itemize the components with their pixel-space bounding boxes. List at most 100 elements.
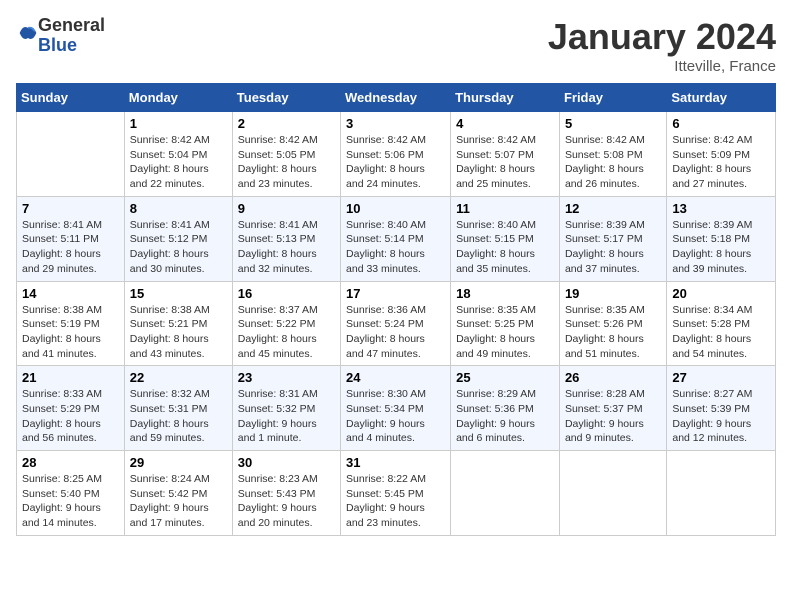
- day-number: 18: [456, 286, 554, 301]
- day-info: Sunrise: 8:39 AMSunset: 5:17 PMDaylight:…: [565, 218, 661, 277]
- day-cell: 20 Sunrise: 8:34 AMSunset: 5:28 PMDayligh…: [667, 281, 776, 366]
- day-info: Sunrise: 8:42 AMSunset: 5:09 PMDaylight:…: [672, 133, 770, 192]
- day-cell: 11Sunrise: 8:40 AMSunset: 5:15 PMDayligh…: [451, 196, 560, 281]
- header-sunday: Sunday: [17, 84, 125, 112]
- day-info: Sunrise: 8:42 AMSunset: 5:04 PMDaylight:…: [130, 133, 227, 192]
- day-info: Sunrise: 8:36 AMSunset: 5:24 PMDaylight:…: [346, 303, 445, 362]
- day-cell: 22 Sunrise: 8:32 AMSunset: 5:31 PMDayligh…: [124, 366, 232, 451]
- week-row-4: 28 Sunrise: 8:25 AMSunset: 5:40 PMDayligh…: [17, 451, 776, 536]
- logo-blue-text: Blue: [38, 35, 77, 55]
- day-number: 30: [238, 455, 335, 470]
- day-cell: [17, 112, 125, 197]
- day-info: Sunrise: 8:42 AMSunset: 5:08 PMDaylight:…: [565, 133, 661, 192]
- day-info: Sunrise: 8:25 AMSunset: 5:40 PMDaylight:…: [22, 472, 119, 531]
- day-number: 4: [456, 116, 554, 131]
- day-number: 11: [456, 201, 554, 216]
- day-cell: 4 Sunrise: 8:42 AMSunset: 5:07 PMDaylight…: [451, 112, 560, 197]
- day-cell: 17 Sunrise: 8:36 AMSunset: 5:24 PMDayligh…: [341, 281, 451, 366]
- day-cell: 23 Sunrise: 8:31 AMSunset: 5:32 PMDayligh…: [232, 366, 340, 451]
- day-cell: 31 Sunrise: 8:22 AMSunset: 5:45 PMDayligh…: [341, 451, 451, 536]
- day-number: 15: [130, 286, 227, 301]
- subtitle: Itteville, France: [548, 58, 776, 75]
- day-cell: 12 Sunrise: 8:39 AMSunset: 5:17 PMDayligh…: [559, 196, 666, 281]
- main-title: January 2024: [548, 16, 776, 58]
- day-cell: 27 Sunrise: 8:27 AMSunset: 5:39 PMDayligh…: [667, 366, 776, 451]
- day-info: Sunrise: 8:33 AMSunset: 5:29 PMDaylight:…: [22, 387, 119, 446]
- day-number: 17: [346, 286, 445, 301]
- day-cell: 13Sunrise: 8:39 AMSunset: 5:18 PMDayligh…: [667, 196, 776, 281]
- day-number: 6: [672, 116, 770, 131]
- day-info: Sunrise: 8:39 AMSunset: 5:18 PMDaylight:…: [672, 218, 770, 277]
- header-saturday: Saturday: [667, 84, 776, 112]
- day-number: 23: [238, 370, 335, 385]
- day-number: 5: [565, 116, 661, 131]
- header-tuesday: Tuesday: [232, 84, 340, 112]
- day-number: 7: [22, 201, 119, 216]
- day-info: Sunrise: 8:27 AMSunset: 5:39 PMDaylight:…: [672, 387, 770, 446]
- header-row: SundayMondayTuesdayWednesdayThursdayFrid…: [17, 84, 776, 112]
- day-info: Sunrise: 8:32 AMSunset: 5:31 PMDaylight:…: [130, 387, 227, 446]
- day-info: Sunrise: 8:35 AMSunset: 5:25 PMDaylight:…: [456, 303, 554, 362]
- day-info: Sunrise: 8:41 AMSunset: 5:11 PMDaylight:…: [22, 218, 119, 277]
- logo: General Blue: [16, 16, 105, 56]
- header-friday: Friday: [559, 84, 666, 112]
- day-info: Sunrise: 8:41 AMSunset: 5:12 PMDaylight:…: [130, 218, 227, 277]
- day-number: 27: [672, 370, 770, 385]
- day-cell: 30 Sunrise: 8:23 AMSunset: 5:43 PMDayligh…: [232, 451, 340, 536]
- week-row-0: 1Sunrise: 8:42 AMSunset: 5:04 PMDaylight…: [17, 112, 776, 197]
- day-cell: 5 Sunrise: 8:42 AMSunset: 5:08 PMDaylight…: [559, 112, 666, 197]
- header-wednesday: Wednesday: [341, 84, 451, 112]
- day-cell: 15 Sunrise: 8:38 AMSunset: 5:21 PMDayligh…: [124, 281, 232, 366]
- day-number: 19: [565, 286, 661, 301]
- day-number: 12: [565, 201, 661, 216]
- day-info: Sunrise: 8:28 AMSunset: 5:37 PMDaylight:…: [565, 387, 661, 446]
- day-cell: 19 Sunrise: 8:35 AMSunset: 5:26 PMDayligh…: [559, 281, 666, 366]
- day-cell: 2 Sunrise: 8:42 AMSunset: 5:05 PMDaylight…: [232, 112, 340, 197]
- day-info: Sunrise: 8:24 AMSunset: 5:42 PMDaylight:…: [130, 472, 227, 531]
- day-info: Sunrise: 8:41 AMSunset: 5:13 PMDaylight:…: [238, 218, 335, 277]
- day-cell: 8 Sunrise: 8:41 AMSunset: 5:12 PMDaylight…: [124, 196, 232, 281]
- day-info: Sunrise: 8:42 AMSunset: 5:06 PMDaylight:…: [346, 133, 445, 192]
- day-cell: 10Sunrise: 8:40 AMSunset: 5:14 PMDayligh…: [341, 196, 451, 281]
- day-info: Sunrise: 8:38 AMSunset: 5:21 PMDaylight:…: [130, 303, 227, 362]
- day-cell: 14Sunrise: 8:38 AMSunset: 5:19 PMDayligh…: [17, 281, 125, 366]
- page-header: General Blue January 2024 Itteville, Fra…: [16, 16, 776, 75]
- day-number: 28: [22, 455, 119, 470]
- week-row-1: 7 Sunrise: 8:41 AMSunset: 5:11 PMDaylight…: [17, 196, 776, 281]
- day-cell: 18 Sunrise: 8:35 AMSunset: 5:25 PMDayligh…: [451, 281, 560, 366]
- day-info: Sunrise: 8:22 AMSunset: 5:45 PMDaylight:…: [346, 472, 445, 531]
- day-info: Sunrise: 8:42 AMSunset: 5:07 PMDaylight:…: [456, 133, 554, 192]
- week-row-3: 21 Sunrise: 8:33 AMSunset: 5:29 PMDayligh…: [17, 366, 776, 451]
- day-cell: [667, 451, 776, 536]
- day-number: 31: [346, 455, 445, 470]
- calendar-table: SundayMondayTuesdayWednesdayThursdayFrid…: [16, 83, 776, 536]
- day-number: 8: [130, 201, 227, 216]
- day-number: 24: [346, 370, 445, 385]
- day-number: 2: [238, 116, 335, 131]
- day-number: 20: [672, 286, 770, 301]
- week-row-2: 14Sunrise: 8:38 AMSunset: 5:19 PMDayligh…: [17, 281, 776, 366]
- logo-general-text: General: [38, 15, 105, 35]
- day-number: 21: [22, 370, 119, 385]
- day-cell: 1Sunrise: 8:42 AMSunset: 5:04 PMDaylight…: [124, 112, 232, 197]
- day-info: Sunrise: 8:31 AMSunset: 5:32 PMDaylight:…: [238, 387, 335, 446]
- day-info: Sunrise: 8:29 AMSunset: 5:36 PMDaylight:…: [456, 387, 554, 446]
- day-number: 26: [565, 370, 661, 385]
- day-cell: 7 Sunrise: 8:41 AMSunset: 5:11 PMDaylight…: [17, 196, 125, 281]
- day-cell: [451, 451, 560, 536]
- logo-icon: [18, 23, 38, 43]
- day-number: 3: [346, 116, 445, 131]
- day-info: Sunrise: 8:23 AMSunset: 5:43 PMDaylight:…: [238, 472, 335, 531]
- header-thursday: Thursday: [451, 84, 560, 112]
- day-info: Sunrise: 8:42 AMSunset: 5:05 PMDaylight:…: [238, 133, 335, 192]
- day-cell: 26 Sunrise: 8:28 AMSunset: 5:37 PMDayligh…: [559, 366, 666, 451]
- day-number: 16: [238, 286, 335, 301]
- day-info: Sunrise: 8:34 AMSunset: 5:28 PMDaylight:…: [672, 303, 770, 362]
- day-info: Sunrise: 8:37 AMSunset: 5:22 PMDaylight:…: [238, 303, 335, 362]
- day-number: 22: [130, 370, 227, 385]
- day-cell: 6 Sunrise: 8:42 AMSunset: 5:09 PMDaylight…: [667, 112, 776, 197]
- day-info: Sunrise: 8:35 AMSunset: 5:26 PMDaylight:…: [565, 303, 661, 362]
- day-cell: [559, 451, 666, 536]
- day-cell: 28 Sunrise: 8:25 AMSunset: 5:40 PMDayligh…: [17, 451, 125, 536]
- day-cell: 16 Sunrise: 8:37 AMSunset: 5:22 PMDayligh…: [232, 281, 340, 366]
